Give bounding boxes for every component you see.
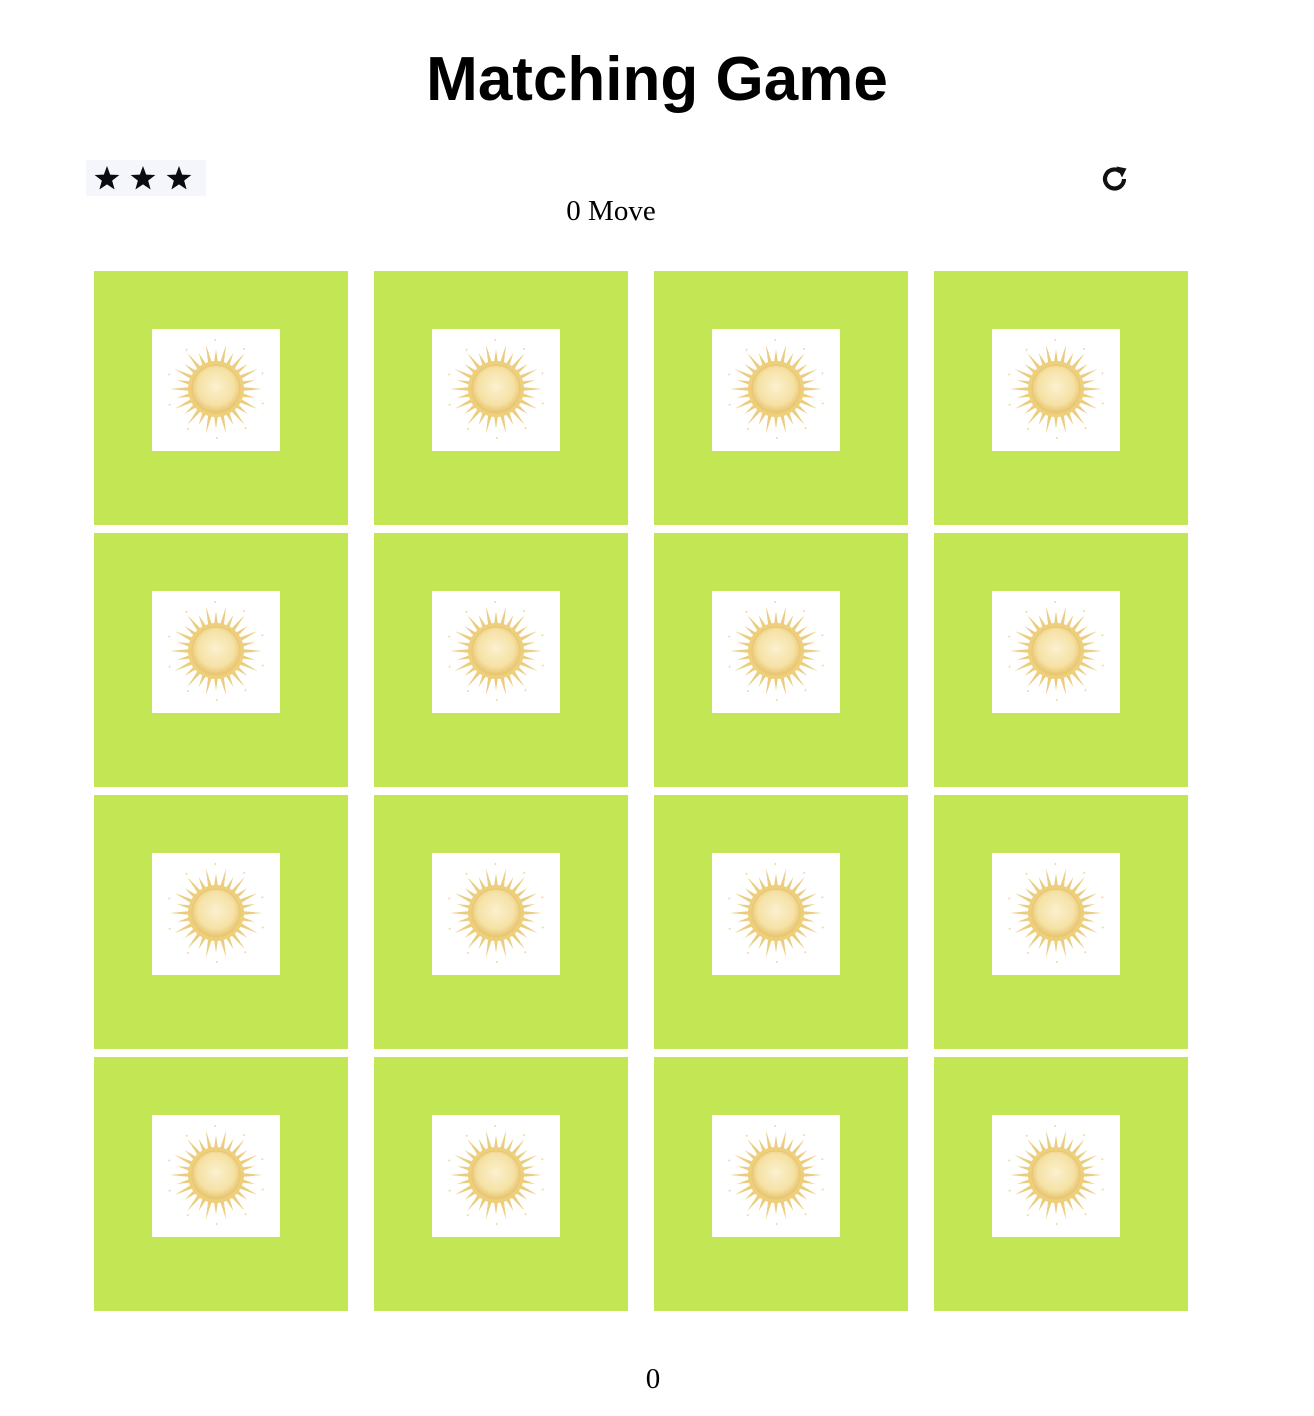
sun-icon [448,1125,544,1225]
card[interactable] [374,533,628,787]
star-icon [166,166,192,190]
sun-icon [1008,863,1104,963]
sun-icon [728,601,824,701]
page-title: Matching Game [426,45,888,114]
card-face [432,1115,560,1237]
sun-icon [728,863,824,963]
card[interactable] [94,533,348,787]
card[interactable] [374,795,628,1049]
star-rating [86,160,206,196]
card-face [992,853,1120,975]
moves-counter: 0 Move [566,195,656,227]
card[interactable] [934,1057,1188,1311]
card[interactable] [94,271,348,525]
sun-icon [168,863,264,963]
card-face [152,853,280,975]
card-face [152,329,280,451]
card[interactable] [374,271,628,525]
card-face [712,329,840,451]
restart-icon[interactable] [1098,162,1132,196]
sun-icon [1008,1125,1104,1225]
card-face [712,853,840,975]
restart-button[interactable] [1098,162,1132,196]
sun-icon [728,1125,824,1225]
card[interactable] [654,1057,908,1311]
sun-icon [448,863,544,963]
card-face [432,329,560,451]
card-face [992,591,1120,713]
card-face [712,1115,840,1237]
card[interactable] [934,533,1188,787]
card[interactable] [654,533,908,787]
card-face [992,1115,1120,1237]
card[interactable] [934,795,1188,1049]
sun-icon [448,601,544,701]
card[interactable] [94,795,348,1049]
sun-icon [168,1125,264,1225]
card[interactable] [374,1057,628,1311]
timer: 0 [645,1363,661,1395]
card[interactable] [654,795,908,1049]
sun-icon [168,339,264,439]
card-face [992,329,1120,451]
card-face [432,853,560,975]
card-face [712,591,840,713]
card[interactable] [654,271,908,525]
card-face [152,591,280,713]
star-icon [130,166,156,190]
card-deck [94,271,1188,1311]
star-icon [94,166,120,190]
card[interactable] [94,1057,348,1311]
sun-icon [1008,601,1104,701]
sun-icon [168,601,264,701]
card[interactable] [934,271,1188,525]
sun-icon [448,339,544,439]
sun-icon [728,339,824,439]
card-face [152,1115,280,1237]
sun-icon [1008,339,1104,439]
card-face [432,591,560,713]
